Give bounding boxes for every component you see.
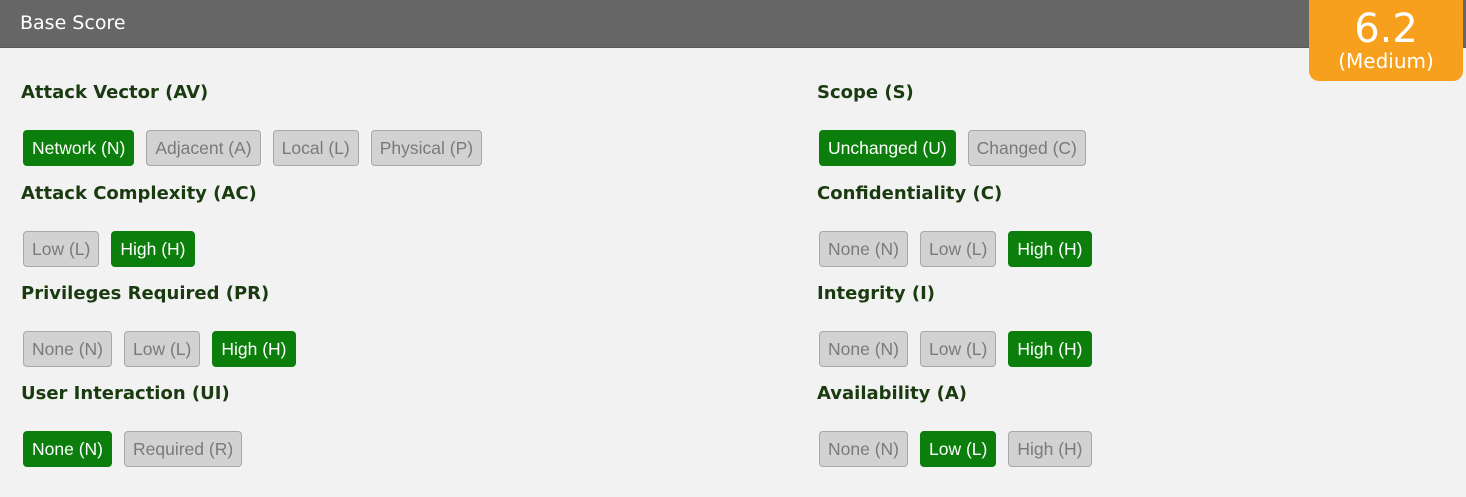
- metric-privileges-required: Privileges Required (PR) None (N) Low (L…: [21, 283, 296, 367]
- metric-scope: Scope (S) Unchanged (U) Changed (C): [817, 82, 1086, 166]
- option-av-network[interactable]: Network (N): [23, 130, 135, 166]
- header-title: Base Score: [20, 12, 126, 34]
- metric-title: Privileges Required (PR): [21, 283, 270, 304]
- metric-title: Scope (S): [817, 82, 914, 103]
- metric-user-interaction: User Interaction (UI) None (N) Required …: [21, 383, 243, 467]
- option-c-high[interactable]: High (H): [1008, 231, 1092, 267]
- option-group: Network (N) Adjacent (A) Local (L) Physi…: [23, 130, 483, 166]
- option-s-changed[interactable]: Changed (C): [967, 130, 1086, 166]
- score-badge: 6.2 (Medium): [1309, 0, 1463, 81]
- metric-title: Confidentiality (C): [817, 183, 1003, 204]
- metric-title: Availability (A): [817, 383, 968, 404]
- option-group: None (N) Low (L) High (H): [819, 231, 1092, 267]
- metric-title: Attack Vector (AV): [21, 82, 209, 103]
- option-group: Unchanged (U) Changed (C): [819, 130, 1086, 166]
- option-i-high[interactable]: High (H): [1008, 331, 1092, 367]
- option-i-low[interactable]: Low (L): [920, 331, 997, 367]
- metric-title: Attack Complexity (AC): [21, 183, 257, 204]
- option-ac-high[interactable]: High (H): [111, 231, 195, 267]
- option-c-none[interactable]: None (N): [819, 231, 908, 267]
- option-ac-low[interactable]: Low (L): [23, 231, 100, 267]
- metric-title: Integrity (I): [817, 283, 936, 304]
- option-pr-low[interactable]: Low (L): [124, 331, 201, 367]
- metric-integrity: Integrity (I) None (N) Low (L) High (H): [817, 283, 1092, 367]
- option-ui-none[interactable]: None (N): [23, 431, 112, 467]
- option-c-low[interactable]: Low (L): [920, 231, 997, 267]
- option-i-none[interactable]: None (N): [819, 331, 908, 367]
- option-a-high[interactable]: High (H): [1008, 431, 1092, 467]
- option-a-none[interactable]: None (N): [819, 431, 908, 467]
- metric-attack-complexity: Attack Complexity (AC) Low (L) High (H): [21, 183, 257, 267]
- metric-title: User Interaction (UI): [21, 383, 230, 404]
- base-score-header: Base Score: [0, 0, 1466, 48]
- metric-attack-vector: Attack Vector (AV) Network (N) Adjacent …: [21, 82, 483, 166]
- option-group: None (N) Low (L) High (H): [819, 431, 1092, 467]
- metric-confidentiality: Confidentiality (C) None (N) Low (L) Hig…: [817, 183, 1092, 267]
- option-group: Low (L) High (H): [23, 231, 257, 267]
- option-group: None (N) Required (R): [23, 431, 243, 467]
- metric-availability: Availability (A) None (N) Low (L) High (…: [817, 383, 1092, 467]
- option-a-low[interactable]: Low (L): [920, 431, 997, 467]
- option-s-unchanged[interactable]: Unchanged (U): [819, 130, 956, 166]
- option-av-local[interactable]: Local (L): [272, 130, 359, 166]
- option-av-physical[interactable]: Physical (P): [370, 130, 483, 166]
- option-pr-none[interactable]: None (N): [23, 331, 112, 367]
- score-severity: (Medium): [1338, 49, 1434, 73]
- option-group: None (N) Low (L) High (H): [23, 331, 296, 367]
- option-ui-required[interactable]: Required (R): [124, 431, 243, 467]
- option-group: None (N) Low (L) High (H): [819, 331, 1092, 367]
- score-value: 6.2: [1354, 6, 1418, 52]
- option-pr-high[interactable]: High (H): [212, 331, 296, 367]
- option-av-adjacent[interactable]: Adjacent (A): [146, 130, 261, 166]
